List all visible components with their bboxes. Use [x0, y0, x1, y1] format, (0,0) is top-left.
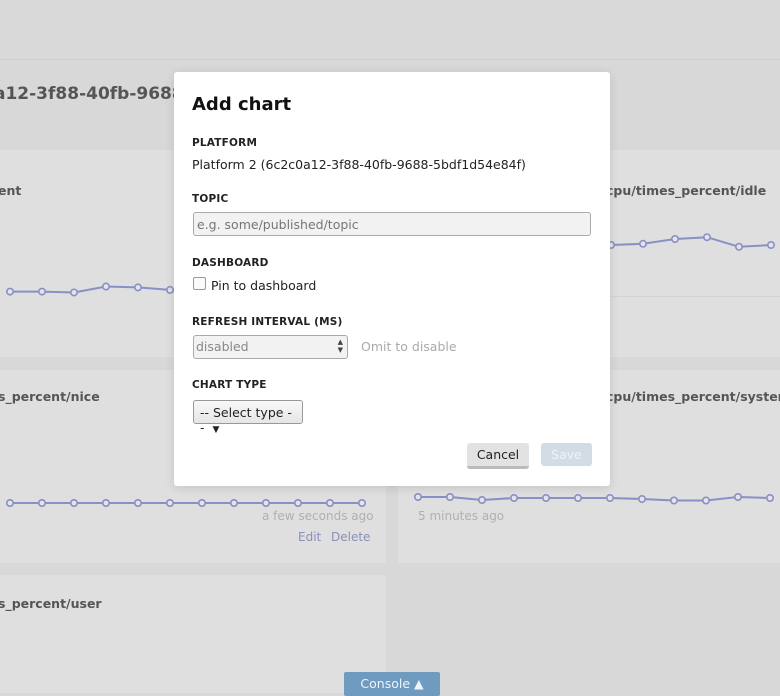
save-button[interactable]: Save: [541, 443, 592, 466]
refresh-interval-placeholder: disabled: [196, 339, 249, 354]
cancel-button[interactable]: Cancel: [467, 443, 529, 469]
platform-label: PLATFORM: [192, 137, 258, 149]
chevron-down-icon: ▼: [212, 425, 220, 435]
series-line: [610, 236, 772, 248]
refresh-interval-hint: Omit to disable: [361, 339, 457, 354]
data-point: [445, 492, 454, 501]
data-point: [230, 498, 239, 507]
data-point: [733, 492, 742, 501]
data-point: [198, 498, 207, 507]
data-point: [70, 498, 79, 507]
data-point: [477, 495, 486, 504]
data-point: [166, 285, 175, 294]
dialog-title: Add chart: [192, 94, 292, 115]
data-point: [357, 498, 366, 507]
data-point: [573, 493, 582, 502]
data-point: [70, 288, 79, 297]
spinner-arrows-icon[interactable]: ▲ ▼: [338, 338, 343, 354]
chart-type-label: CHART TYPE: [192, 379, 267, 391]
data-point: [765, 493, 774, 502]
topic-input[interactable]: [193, 212, 591, 236]
data-point: [37, 498, 46, 507]
platform-value: Platform 2 (6c2c0a12-3f88-40fb-9688-5bdf…: [192, 157, 526, 172]
data-point: [701, 496, 710, 505]
data-point: [293, 498, 302, 507]
data-point: [325, 498, 334, 507]
data-point: [134, 283, 143, 292]
refresh-interval-label: REFRESH INTERVAL (MS): [192, 316, 343, 328]
data-point: [605, 493, 614, 502]
data-point: [6, 287, 15, 296]
data-point: [638, 239, 647, 248]
add-chart-dialog: Add chart PLATFORM Platform 2 (6c2c0a12-…: [174, 72, 610, 486]
data-point: [637, 494, 646, 503]
data-point: [102, 282, 111, 291]
data-point: [261, 498, 270, 507]
data-point: [134, 498, 143, 507]
data-point: [766, 241, 775, 250]
data-point: [6, 498, 15, 507]
topic-label: TOPIC: [192, 193, 229, 205]
data-point: [102, 498, 111, 507]
chart-type-select[interactable]: -- Select type -- ▼: [193, 400, 303, 435]
data-point: [670, 235, 679, 244]
pin-to-dashboard-checkbox[interactable]: [193, 277, 206, 290]
data-point: [413, 492, 422, 501]
series-line: [418, 495, 771, 502]
data-point: [734, 242, 743, 251]
data-point: [509, 493, 518, 502]
data-point: [541, 493, 550, 502]
data-point: [669, 496, 678, 505]
pin-to-dashboard-label[interactable]: Pin to dashboard: [211, 278, 316, 293]
data-point: [166, 498, 175, 507]
data-point: [37, 287, 46, 296]
refresh-interval-input[interactable]: disabled ▲ ▼: [193, 335, 348, 359]
dashboard-label: DASHBOARD: [192, 257, 269, 269]
console-toggle-button[interactable]: Console ▲: [344, 672, 440, 696]
data-point: [702, 233, 711, 242]
